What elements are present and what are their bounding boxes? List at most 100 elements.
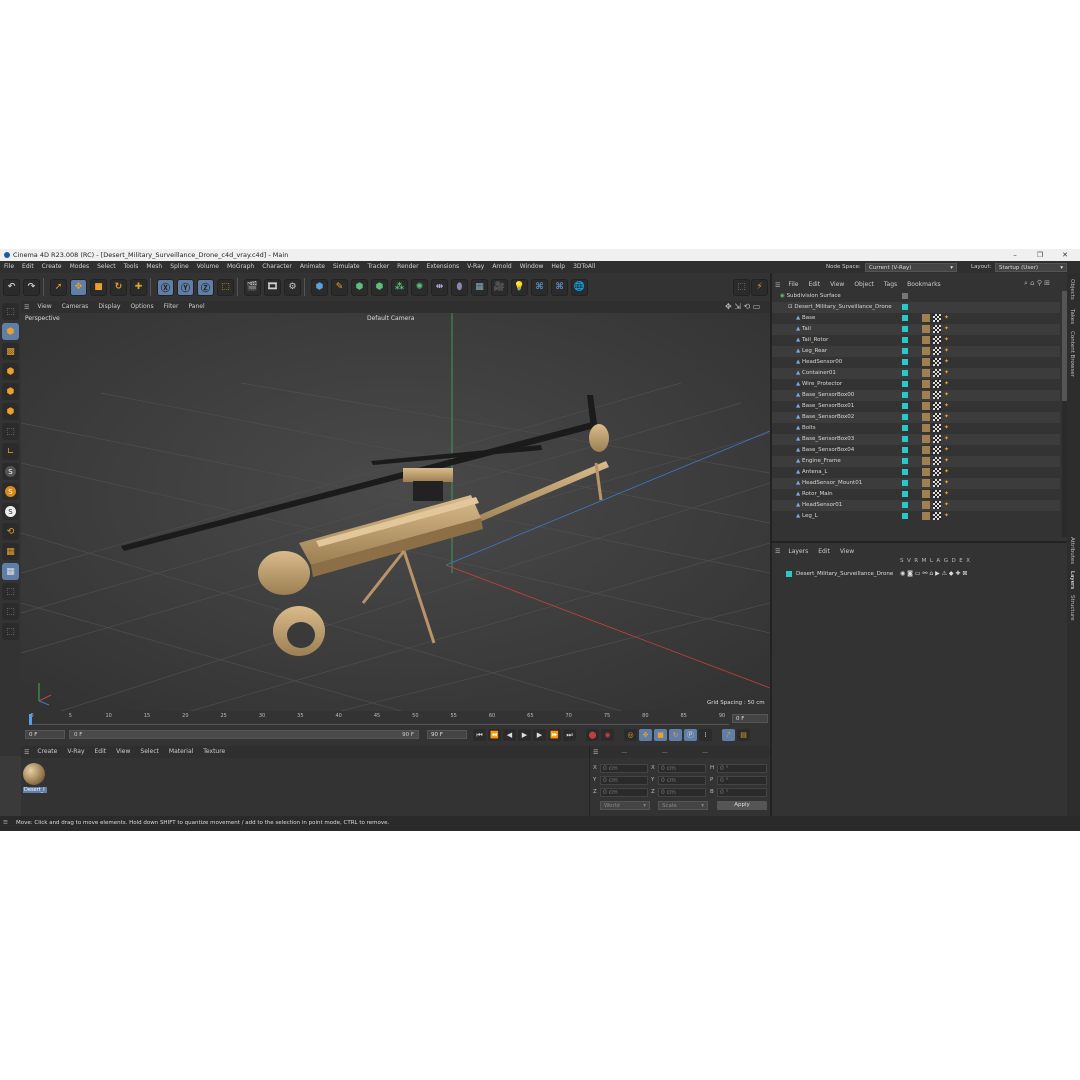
field-button[interactable]: ⇹ bbox=[431, 278, 448, 296]
tab-objects[interactable]: Objects bbox=[1069, 279, 1075, 300]
viewport-nav-icons[interactable]: ✥ ⇲ ⟲ ▭ bbox=[725, 302, 760, 311]
object-row[interactable]: ▲ Base ✦ bbox=[772, 313, 1060, 324]
viewport-menu-view[interactable]: View bbox=[32, 301, 56, 313]
menu-mograph[interactable]: MoGraph bbox=[223, 261, 258, 273]
current-frame-field[interactable]: 0 F bbox=[732, 714, 768, 723]
material-swatch[interactable]: Desert_I bbox=[23, 763, 47, 797]
light-button[interactable]: 💡 bbox=[511, 278, 528, 296]
live-selection-button[interactable]: ➚ bbox=[50, 278, 67, 296]
keyframe-selection-button[interactable]: ◎ bbox=[624, 729, 637, 741]
environment-button[interactable]: ⬮ bbox=[451, 278, 468, 296]
viewport-menu-filter[interactable]: Filter bbox=[159, 301, 184, 313]
scale-tool-button[interactable]: ■ bbox=[90, 278, 107, 296]
menu-tools[interactable]: Tools bbox=[120, 261, 143, 273]
workplane-lock-button[interactable]: ▦ bbox=[2, 563, 19, 580]
play-button[interactable]: ▶ bbox=[518, 729, 531, 741]
hamburger-icon[interactable]: ☰ bbox=[772, 548, 783, 555]
solo-hierarchy-button[interactable]: S bbox=[2, 483, 19, 500]
search-icon[interactable]: ⌕ ⌂ ⚲ ⊞ bbox=[1024, 279, 1050, 288]
tab-attributes[interactable]: Attributes bbox=[1069, 537, 1075, 564]
subdivision-button[interactable]: ⬢ bbox=[351, 278, 368, 296]
tweak-button[interactable]: ⬚ bbox=[2, 583, 19, 600]
layer-menu-view[interactable]: View bbox=[835, 548, 859, 555]
tab-takes[interactable]: Takes bbox=[1069, 309, 1075, 324]
layer-menu-layers[interactable]: Layers bbox=[783, 548, 813, 555]
python-script2-button[interactable]: ⌘ bbox=[551, 278, 568, 296]
next-key-button[interactable]: ⏩ bbox=[548, 729, 561, 741]
python-script-button[interactable]: ⌘ bbox=[531, 278, 548, 296]
material-menu-create[interactable]: Create bbox=[32, 746, 62, 758]
go-to-end-button[interactable]: ⏭ bbox=[563, 729, 576, 741]
perspective-viewport[interactable]: Perspective Default Camera Grid Spacing … bbox=[21, 313, 770, 711]
tab-layers[interactable]: Layers bbox=[1069, 571, 1075, 589]
layer-menu-edit[interactable]: Edit bbox=[813, 548, 835, 555]
object-tool-button[interactable]: ⬚ bbox=[733, 278, 750, 296]
menu-edit[interactable]: Edit bbox=[18, 261, 38, 273]
key-pla-button[interactable]: ⁞ bbox=[699, 729, 712, 741]
object-row[interactable]: ⊡ Desert_Military_Surveillance_Drone bbox=[772, 302, 1060, 313]
x-axis-lock-button[interactable]: Ⓧ bbox=[157, 278, 174, 296]
hamburger-icon[interactable]: ☰ bbox=[21, 304, 32, 311]
next-frame-button[interactable]: ▶ bbox=[533, 729, 546, 741]
viewport-menu-display[interactable]: Display bbox=[93, 301, 125, 313]
object-row[interactable]: ▲ Bolts ✦ bbox=[772, 423, 1060, 434]
snap-button[interactable]: ⚡ bbox=[751, 278, 768, 296]
object-row[interactable]: ▲ Leg_L ✦ bbox=[772, 511, 1060, 522]
solo-off-button[interactable]: S bbox=[2, 503, 19, 520]
rot-b-field[interactable]: 0 ° bbox=[717, 788, 767, 797]
close-button[interactable]: ✕ bbox=[1052, 249, 1078, 261]
menu-animate[interactable]: Animate bbox=[296, 261, 329, 273]
maximize-button[interactable]: ❐ bbox=[1027, 249, 1053, 261]
object-row[interactable]: ▲ Wire_Protector ✦ bbox=[772, 379, 1060, 390]
timeline-ruler[interactable]: 0 5 10 15 20 25 30 35 40 45 50 55 60 65 70 75 80 85 90 bbox=[29, 713, 729, 725]
viewport-menu-options[interactable]: Options bbox=[125, 301, 158, 313]
object-row[interactable]: ▲ Base_SensorBox04 ✦ bbox=[772, 445, 1060, 456]
material-menu-material[interactable]: Material bbox=[164, 746, 198, 758]
polygon-pen-button[interactable]: ⬚ bbox=[2, 603, 19, 620]
key-rotation-button[interactable]: ↻ bbox=[669, 729, 682, 741]
material-menu-select[interactable]: Select bbox=[135, 746, 164, 758]
menu-simulate[interactable]: Simulate bbox=[329, 261, 364, 273]
layer-toggle-icons[interactable]: ◉ ◙ ▭ ⚯ ⌂ ▶ ⚠ ◆ ✚ ⊠ bbox=[900, 570, 967, 577]
undo-button[interactable]: ↶ bbox=[3, 278, 20, 296]
y-axis-lock-button[interactable]: Ⓨ bbox=[177, 278, 194, 296]
object-row[interactable]: ▲ HeadSensor_Mount01 ✦ bbox=[772, 478, 1060, 489]
workplane-button[interactable]: ⟲ bbox=[2, 523, 19, 540]
camera-button[interactable]: 🎥 bbox=[491, 278, 508, 296]
menu-vray[interactable]: V-Ray bbox=[463, 261, 488, 273]
object-menu-file[interactable]: File bbox=[783, 279, 803, 291]
object-menu-view[interactable]: View bbox=[825, 279, 849, 291]
apply-button[interactable]: Apply bbox=[717, 801, 767, 810]
object-row[interactable]: ▲ Leg_Rear ✦ bbox=[772, 346, 1060, 357]
point-mode-button[interactable]: ⬢ bbox=[2, 363, 19, 380]
rot-p-field[interactable]: 0 ° bbox=[717, 776, 767, 785]
go-to-start-button[interactable]: ⏮ bbox=[473, 729, 486, 741]
viewport-menu-cameras[interactable]: Cameras bbox=[57, 301, 94, 313]
texture-mode-button[interactable]: ▩ bbox=[2, 343, 19, 360]
globe-button[interactable]: 🌐 bbox=[571, 278, 588, 296]
hamburger-icon[interactable]: ☰ bbox=[772, 282, 783, 289]
floor-button[interactable]: ▦ bbox=[471, 278, 488, 296]
object-row[interactable]: ▲ Rotor_Main ✦ bbox=[772, 489, 1060, 500]
timeline-playhead[interactable] bbox=[29, 714, 32, 725]
rot-h-field[interactable]: 0 ° bbox=[717, 764, 767, 773]
object-row[interactable]: ▲ Base_SensorBox01 ✦ bbox=[772, 401, 1060, 412]
object-row[interactable]: ▲ HeadSensor01 ✦ bbox=[772, 500, 1060, 511]
previous-frame-button[interactable]: ◀ bbox=[503, 729, 516, 741]
pos-z-field[interactable]: 0 cm bbox=[600, 788, 648, 797]
render-view-button[interactable]: 🎬 bbox=[244, 278, 261, 296]
object-row[interactable]: ▲ Antena_L ✦ bbox=[772, 467, 1060, 478]
extra-tool-button[interactable]: ⬚ bbox=[2, 623, 19, 640]
size-z-field[interactable]: 0 cm bbox=[658, 788, 706, 797]
object-row[interactable]: ▲ Container01 ✦ bbox=[772, 368, 1060, 379]
axis-mode-button[interactable]: ∟ bbox=[2, 443, 19, 460]
cloner-button[interactable]: ⁂ bbox=[391, 278, 408, 296]
motion-record-button[interactable]: ⤤ bbox=[722, 729, 735, 741]
camera-label[interactable]: Default Camera bbox=[367, 315, 414, 322]
object-menu-edit[interactable]: Edit bbox=[803, 279, 825, 291]
layer-row[interactable]: Desert_Military_Surveillance_Drone ◉ ◙ ▭… bbox=[776, 568, 1066, 579]
hamburger-icon[interactable]: ☰ bbox=[590, 749, 601, 756]
end-frame-field[interactable]: 90 F bbox=[427, 730, 467, 739]
object-row[interactable]: ▲ Base_SensorBox00 ✦ bbox=[772, 390, 1060, 401]
material-menu-vray[interactable]: V-Ray bbox=[62, 746, 89, 758]
